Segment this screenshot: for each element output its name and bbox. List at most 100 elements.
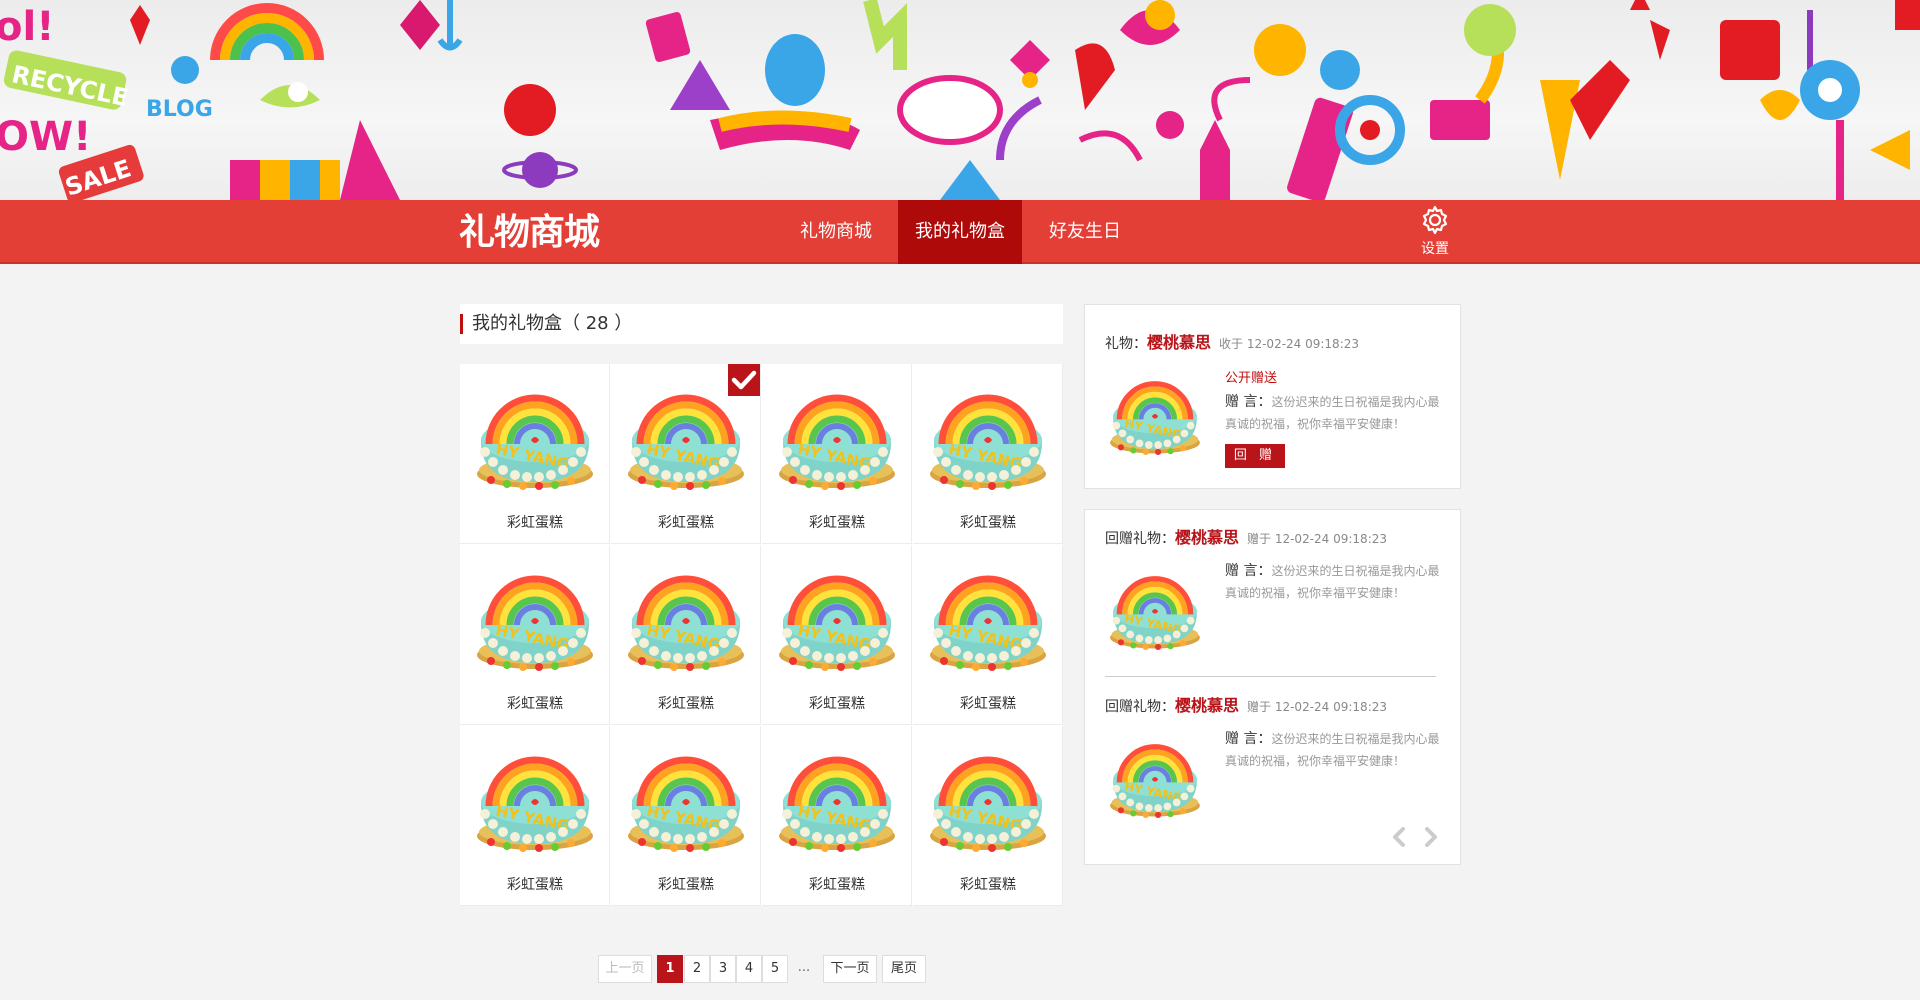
gift-item[interactable]: HY YANG 彩虹蛋糕 bbox=[611, 364, 761, 544]
returned-prefix: 回赠礼物： bbox=[1105, 531, 1175, 547]
gift-name: 彩虹蛋糕 bbox=[507, 877, 563, 893]
chevron-right-icon[interactable] bbox=[1419, 826, 1441, 848]
gift-grid: HY YANG 彩虹蛋糕 HY YANG 彩虹蛋糕 HY YANG 彩虹蛋糕 HY YANG… bbox=[460, 364, 1063, 906]
gift-item[interactable]: HY YANG 彩虹蛋糕 bbox=[762, 726, 912, 906]
chevron-left-icon[interactable] bbox=[1389, 826, 1411, 848]
rainbow-cake-image: HY YANG bbox=[628, 575, 744, 671]
nav-tab-gift-mall[interactable]: 礼物商城 bbox=[785, 200, 887, 264]
settings-label: 设置 bbox=[1421, 241, 1449, 257]
gift-name: 彩虹蛋糕 bbox=[960, 515, 1016, 531]
giftbox-header: 我的礼物盒（ 28 ） bbox=[460, 304, 1063, 344]
gift-image: HY YANG bbox=[473, 382, 597, 492]
gift-image: HY YANG bbox=[775, 382, 899, 492]
gift-name: 彩虹蛋糕 bbox=[809, 515, 865, 531]
gift-image: HY YANG bbox=[624, 382, 748, 492]
page-button-2[interactable]: 2 bbox=[684, 955, 710, 983]
rainbow-cake-image: HY YANG bbox=[1110, 744, 1200, 819]
page-ellipsis: ... bbox=[797, 960, 811, 975]
svg-text:ol!: ol! bbox=[0, 4, 54, 50]
gift-item[interactable]: HY YANG 彩虹蛋糕 bbox=[460, 726, 610, 906]
gift-name: 彩虹蛋糕 bbox=[658, 877, 714, 893]
received-gift-card: 礼物：樱桃慕思 收于 12-02-24 09:18:23 HY YANG 公开赠送… bbox=[1084, 304, 1461, 489]
received-sender-name[interactable]: 樱桃慕思 bbox=[1147, 333, 1211, 352]
giftbox-title: 我的礼物盒（ 28 ） bbox=[472, 313, 633, 334]
title-accent-bar bbox=[460, 314, 463, 334]
rainbow-cake-image: HY YANG bbox=[477, 575, 593, 671]
gift-item[interactable]: HY YANG 彩虹蛋糕 bbox=[913, 545, 1063, 725]
header-banner: RECYCLE BLOG ol! OW! SALE bbox=[0, 0, 1920, 200]
prev-page-button[interactable]: 上一页 bbox=[598, 955, 652, 983]
gift-item[interactable]: HY YANG 彩虹蛋糕 bbox=[460, 364, 610, 544]
gift-item[interactable]: HY YANG 彩虹蛋糕 bbox=[913, 364, 1063, 544]
gift-name: 彩虹蛋糕 bbox=[658, 696, 714, 712]
returned-gift-title-1: 回赠礼物：樱桃慕思 赠于 12-02-24 09:18:23 bbox=[1105, 524, 1387, 548]
banner-stickers-illustration: RECYCLE BLOG ol! OW! SALE bbox=[0, 0, 1920, 200]
gift-name: 彩虹蛋糕 bbox=[960, 696, 1016, 712]
page-button-5[interactable]: 5 bbox=[762, 955, 788, 983]
nav-tab-friend-birthday[interactable]: 好友生日 bbox=[1037, 200, 1133, 264]
gift-name: 彩虹蛋糕 bbox=[809, 696, 865, 712]
message-label: 赠 言： bbox=[1225, 731, 1272, 747]
returned-sender-name[interactable]: 樱桃慕思 bbox=[1175, 696, 1239, 715]
gift-name: 彩虹蛋糕 bbox=[809, 877, 865, 893]
gift-image: HY YANG bbox=[775, 744, 899, 854]
gift-item[interactable]: HY YANG 彩虹蛋糕 bbox=[611, 545, 761, 725]
page-button-3[interactable]: 3 bbox=[710, 955, 736, 983]
rainbow-cake-image: HY YANG bbox=[1110, 576, 1200, 651]
next-page-button[interactable]: 下一页 bbox=[823, 955, 877, 983]
returned-message: 赠 言：这份迟来的生日祝福是我内心最真诚的祝福，祝你幸福平安健康！ bbox=[1225, 728, 1445, 772]
rainbow-cake-image: HY YANG bbox=[779, 394, 895, 490]
gift-image: HY YANG bbox=[624, 744, 748, 854]
rainbow-cake-image: HY YANG bbox=[628, 756, 744, 852]
gift-image: HY YANG bbox=[473, 563, 597, 673]
received-prefix: 礼物： bbox=[1105, 336, 1147, 352]
nav-tab-my-giftbox[interactable]: 我的礼物盒 bbox=[898, 200, 1022, 264]
message-label: 赠 言： bbox=[1225, 563, 1272, 579]
rainbow-cake-image: HY YANG bbox=[477, 394, 593, 490]
rainbow-cake-image: HY YANG bbox=[930, 756, 1046, 852]
gift-item[interactable]: HY YANG 彩虹蛋糕 bbox=[611, 726, 761, 906]
reply-gift-button[interactable]: 回 赠 bbox=[1225, 444, 1285, 468]
rainbow-cake-image: HY YANG bbox=[1110, 381, 1200, 456]
page-button-4[interactable]: 4 bbox=[736, 955, 762, 983]
received-time: 收于 12-02-24 09:18:23 bbox=[1219, 337, 1360, 351]
gift-image: HY YANG bbox=[775, 563, 899, 673]
gift-name: 彩虹蛋糕 bbox=[507, 515, 563, 531]
page-button-1[interactable]: 1 bbox=[657, 955, 683, 983]
returned-message: 赠 言：这份迟来的生日祝福是我内心最真诚的祝福，祝你幸福平安健康！ bbox=[1225, 560, 1445, 604]
svg-text:BLOG: BLOG bbox=[146, 97, 213, 122]
last-page-button[interactable]: 尾页 bbox=[882, 955, 926, 983]
rainbow-cake-image: HY YANG bbox=[779, 575, 895, 671]
gift-item[interactable]: HY YANG 彩虹蛋糕 bbox=[762, 364, 912, 544]
site-logo[interactable]: 礼物商城 bbox=[459, 210, 600, 254]
gift-item[interactable]: HY YANG 彩虹蛋糕 bbox=[460, 545, 610, 725]
gift-item[interactable]: HY YANG 彩虹蛋糕 bbox=[762, 545, 912, 725]
gift-name: 彩虹蛋糕 bbox=[658, 515, 714, 531]
returned-time: 赠于 12-02-24 09:18:23 bbox=[1247, 532, 1388, 546]
public-gift-tag: 公开赠送 bbox=[1225, 371, 1278, 386]
returned-sender-name[interactable]: 樱桃慕思 bbox=[1175, 528, 1239, 547]
rainbow-cake-image: HY YANG bbox=[477, 756, 593, 852]
gear-icon bbox=[1422, 205, 1448, 235]
gift-image: HY YANG bbox=[473, 744, 597, 854]
returned-time: 赠于 12-02-24 09:18:23 bbox=[1247, 700, 1388, 714]
received-gift-title: 礼物：樱桃慕思 收于 12-02-24 09:18:23 bbox=[1105, 329, 1359, 353]
rainbow-cake-image: HY YANG bbox=[930, 575, 1046, 671]
selected-checkbox[interactable] bbox=[728, 364, 760, 396]
rainbow-cake-image: HY YANG bbox=[930, 394, 1046, 490]
main-nav-bar: 礼物商城 礼物商城 我的礼物盒 好友生日 设置 bbox=[0, 200, 1920, 264]
gift-name: 彩虹蛋糕 bbox=[960, 877, 1016, 893]
received-message: 赠 言：这份迟来的生日祝福是我内心最真诚的祝福，祝你幸福平安健康！ bbox=[1225, 391, 1445, 435]
settings-button[interactable]: 设置 bbox=[1411, 204, 1459, 260]
returned-prefix: 回赠礼物： bbox=[1105, 699, 1175, 715]
rainbow-cake-image: HY YANG bbox=[628, 394, 744, 490]
rainbow-cake-image: HY YANG bbox=[779, 756, 895, 852]
gift-image: HY YANG bbox=[926, 563, 1050, 673]
gift-image: HY YANG bbox=[624, 563, 748, 673]
returned-gifts-card: 回赠礼物：樱桃慕思 赠于 12-02-24 09:18:23 HY YANG 赠 … bbox=[1084, 509, 1461, 865]
divider bbox=[1105, 676, 1436, 677]
checkmark-icon bbox=[731, 370, 757, 390]
returned-gift-image: HY YANG bbox=[1107, 564, 1203, 654]
message-label: 赠 言： bbox=[1225, 394, 1272, 410]
gift-item[interactable]: HY YANG 彩虹蛋糕 bbox=[913, 726, 1063, 906]
